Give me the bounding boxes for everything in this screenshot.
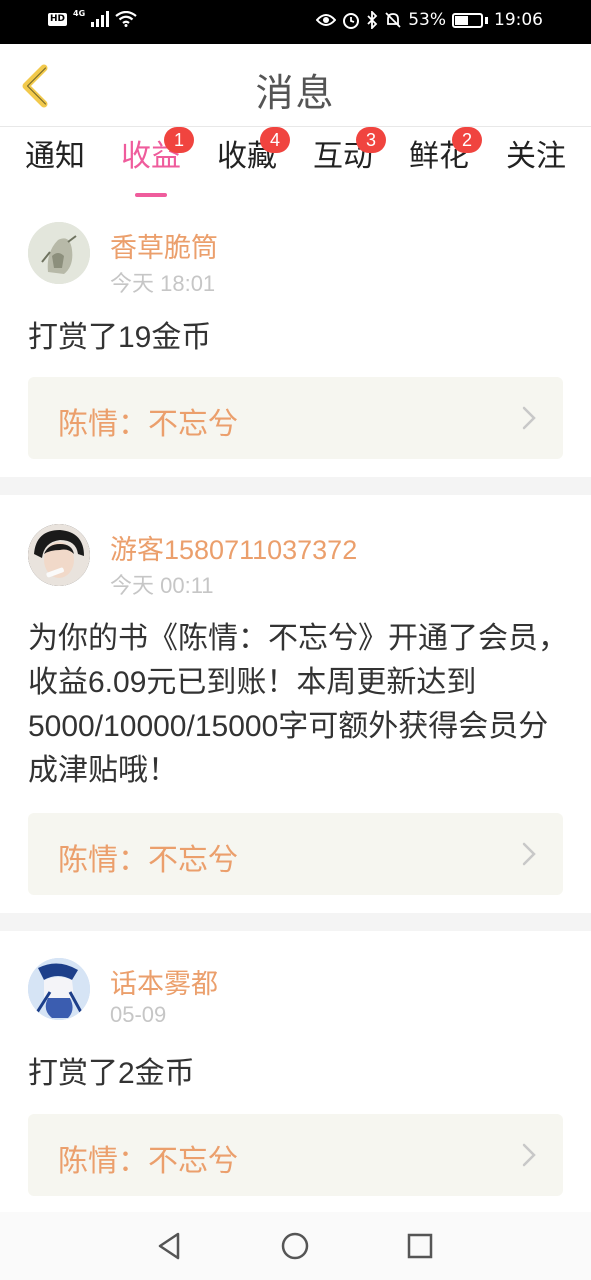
status-bar: HD 4G 53% 19:06 (0, 0, 591, 44)
message-text: 为你的书《陈情：不忘兮》开通了会员，收益6.09元已到账！本周更新达到5000/… (28, 622, 568, 787)
page-title: 消息 (255, 71, 336, 115)
system-nav-bar (0, 1212, 591, 1280)
book-link[interactable]: 陈情：不忘兮 (28, 377, 563, 459)
app-header: 消息 (0, 44, 591, 126)
tab-flowers[interactable]: 鲜花 2 (408, 127, 482, 191)
book-title: 陈情：不忘兮 (58, 408, 238, 441)
nav-recents-icon[interactable] (404, 1230, 436, 1262)
book-link[interactable]: 陈情：不忘兮 (28, 1114, 563, 1196)
username[interactable]: 香草脆筒 (110, 226, 218, 265)
avatar[interactable] (28, 524, 90, 586)
eye-icon (316, 14, 337, 26)
signal-icon (91, 11, 110, 27)
nav-home-icon[interactable] (279, 1230, 311, 1262)
mute-bell-icon (385, 12, 401, 28)
book-title: 陈情：不忘兮 (58, 844, 238, 877)
book-link[interactable]: 陈情：不忘兮 (28, 813, 563, 895)
battery-cap (485, 16, 488, 24)
network-type-label: 4G (73, 8, 86, 18)
card-separator (0, 477, 591, 495)
message-card: 话本雾都 05-09 打赏了2金币 陈情：不忘兮 (0, 931, 591, 1212)
battery-percent: 53% (408, 10, 446, 30)
tab-bar: 通知 收益 1 收藏 4 互动 3 鲜花 2 关注 (0, 126, 591, 198)
book-title: 陈情：不忘兮 (58, 1145, 238, 1178)
chevron-right-icon (522, 1143, 536, 1167)
timestamp: 今天 00:11 (110, 573, 214, 598)
bluetooth-icon (367, 11, 378, 29)
tab-follows[interactable]: 关注 (505, 135, 567, 191)
status-left: HD 4G (48, 8, 137, 27)
avatar-image (28, 958, 90, 1020)
tab-badge: 4 (260, 127, 290, 153)
tab-label: 通知 (25, 139, 85, 174)
wifi-icon (115, 11, 137, 27)
tab-notifications[interactable]: 通知 (24, 135, 86, 191)
avatar[interactable] (28, 222, 90, 284)
battery-icon (452, 12, 483, 28)
active-tab-indicator (135, 193, 167, 197)
battery-fill (455, 15, 468, 25)
tab-badge: 1 (164, 127, 194, 153)
avatar[interactable] (28, 958, 90, 1020)
tab-badge: 3 (356, 127, 386, 153)
card-separator (0, 913, 591, 931)
alarm-icon (343, 13, 360, 29)
chevron-right-icon (522, 842, 536, 866)
message-card: 游客1580711037372 今天 00:11 为你的书《陈情：不忘兮》开通了… (0, 495, 591, 913)
tab-earnings[interactable]: 收益 1 (120, 127, 194, 197)
tab-favorites[interactable]: 收藏 4 (216, 127, 290, 191)
message-card: 香草脆筒 今天 18:01 打赏了19金币 陈情：不忘兮 (0, 198, 591, 477)
tab-interactions[interactable]: 互动 3 (312, 127, 386, 191)
tab-badge: 2 (452, 127, 482, 153)
hd-icon: HD (48, 12, 68, 26)
nav-back-icon[interactable] (154, 1230, 186, 1262)
tab-label: 关注 (506, 139, 566, 174)
status-right: 53% 19:06 (316, 10, 543, 30)
chevron-right-icon (522, 406, 536, 430)
clock: 19:06 (494, 10, 543, 30)
username[interactable]: 游客1580711037372 (110, 528, 357, 567)
timestamp: 今天 18:01 (110, 271, 216, 296)
avatar-image (28, 524, 90, 586)
message-text: 打赏了19金币 (28, 321, 212, 354)
avatar-image (28, 222, 90, 284)
message-text: 打赏了2金币 (28, 1057, 195, 1090)
username[interactable]: 话本雾都 (110, 962, 218, 1001)
timestamp: 05-09 (110, 1002, 167, 1027)
